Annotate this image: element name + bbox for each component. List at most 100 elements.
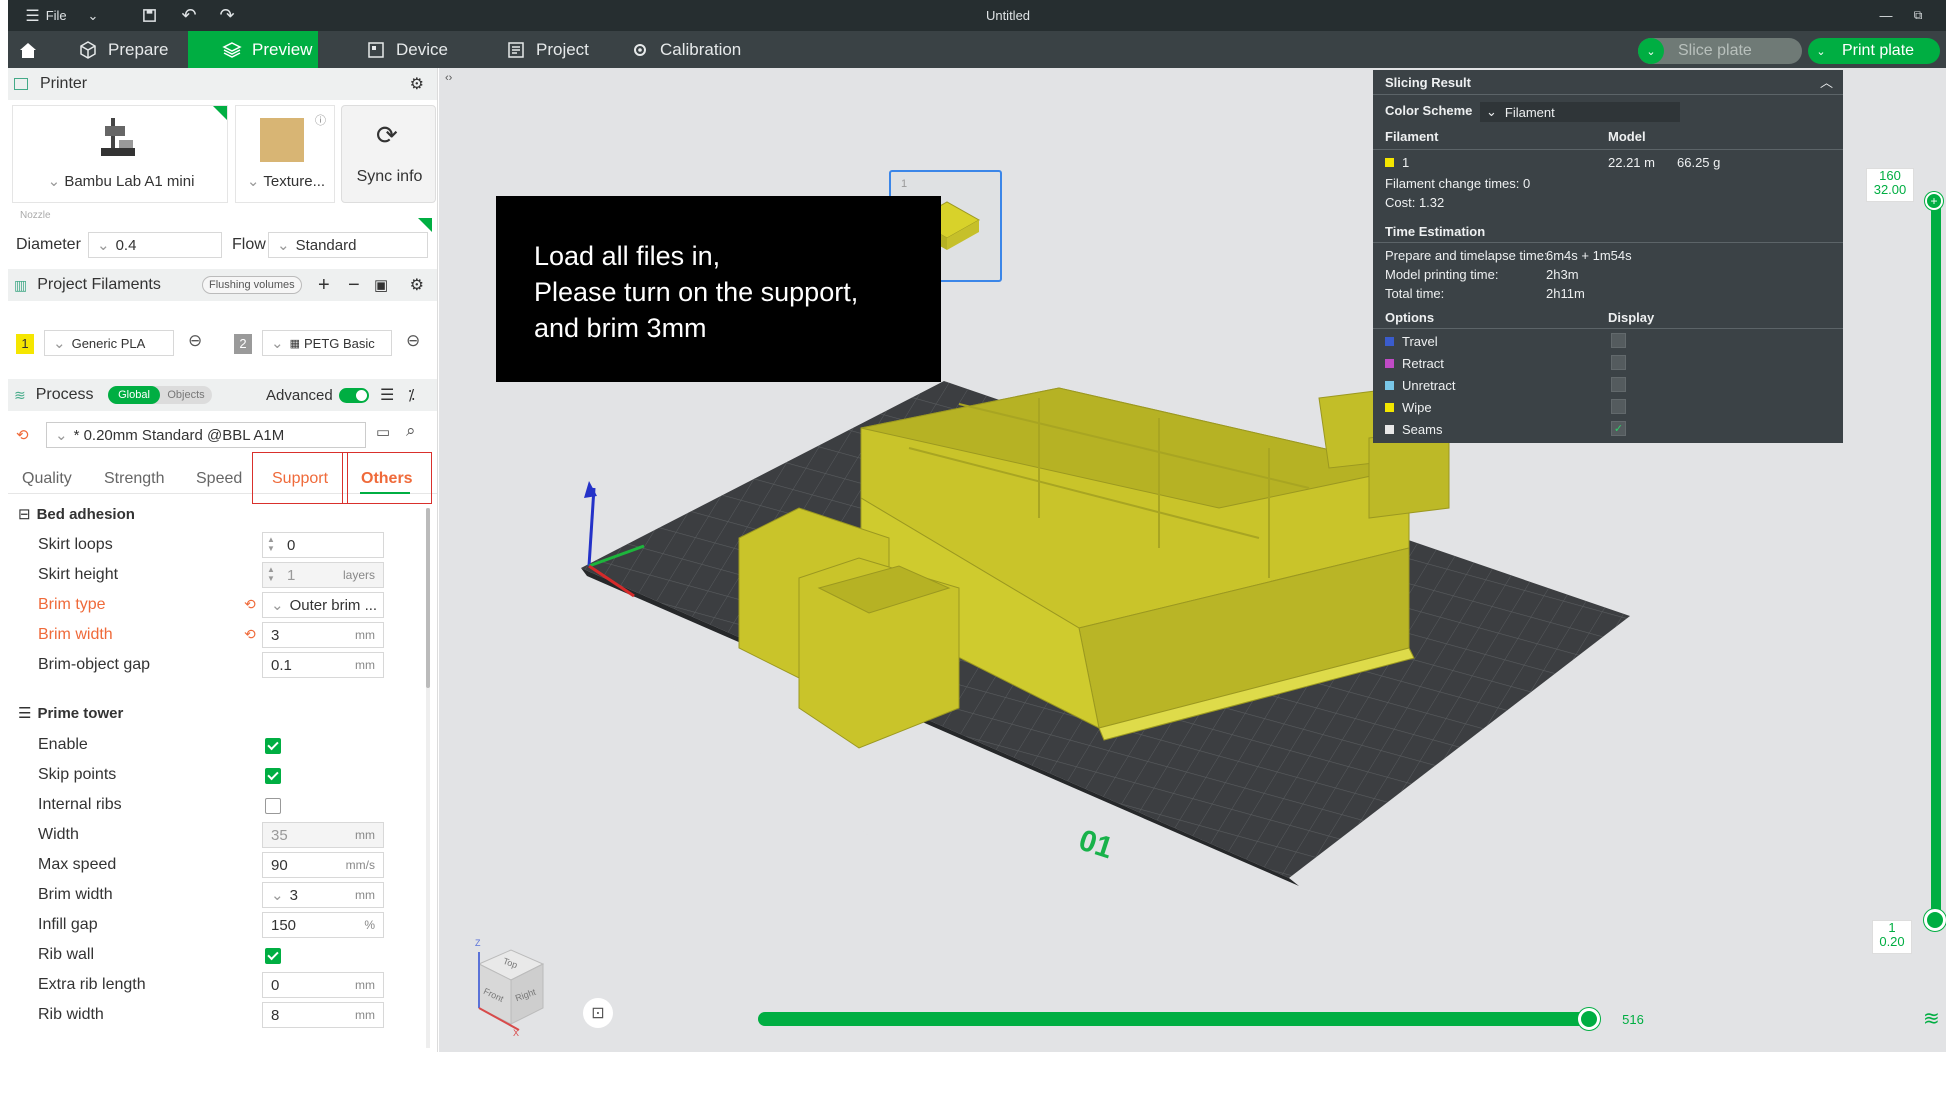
camera-reset-button[interactable]: ⊡ bbox=[583, 998, 613, 1028]
tab-device[interactable]: Device bbox=[354, 31, 464, 68]
wipe-display-checkbox[interactable] bbox=[1611, 399, 1626, 414]
restore-icon[interactable]: ⧉ bbox=[1908, 0, 1928, 31]
flushing-volumes-button[interactable]: Flushing volumes bbox=[202, 276, 302, 294]
gear-icon[interactable]: ⚙ bbox=[410, 275, 424, 295]
layer-height-slider[interactable] bbox=[1931, 197, 1941, 919]
retract-display-checkbox[interactable] bbox=[1611, 355, 1626, 370]
printer-card[interactable]: ⌄ Bambu Lab A1 mini bbox=[12, 105, 228, 203]
brim-width-input[interactable]: 3 mm bbox=[262, 622, 384, 648]
rib-wall-checkbox[interactable] bbox=[265, 948, 281, 964]
skip-points-checkbox[interactable] bbox=[265, 768, 281, 784]
upper-layer-handle[interactable]: + bbox=[1925, 192, 1943, 210]
tab-quality[interactable]: Quality bbox=[22, 470, 72, 488]
preset-select[interactable]: ⌄ * 0.20mm Standard @BBL A1M bbox=[46, 422, 366, 448]
layers-icon bbox=[222, 41, 242, 58]
cost: Cost: 1.32 bbox=[1385, 194, 1445, 210]
infill-gap-input[interactable]: 150% bbox=[262, 912, 384, 938]
sync-info-button[interactable]: ⟳ Sync info bbox=[341, 105, 436, 203]
tab-speed[interactable]: Speed bbox=[196, 470, 242, 488]
scrollbar[interactable] bbox=[426, 508, 430, 1048]
skirt-loops-input[interactable]: ▲ ▼ 0 bbox=[262, 532, 384, 558]
advanced-toggle[interactable] bbox=[339, 388, 369, 403]
filament-select-1[interactable]: ⌄ Generic PLA bbox=[44, 330, 174, 356]
rib-width-input[interactable]: 8 mm bbox=[262, 1002, 384, 1028]
undo-icon[interactable]: ↶ bbox=[178, 0, 200, 31]
filament-settings-icon[interactable]: ⊖ bbox=[188, 331, 202, 351]
slice-plate-button[interactable]: ⌄ Slice plate bbox=[1638, 38, 1802, 64]
filament-select-2[interactable]: ⌄ ▦ PETG Basic bbox=[262, 330, 392, 356]
file-dropdown-icon[interactable]: ⌄ bbox=[82, 0, 104, 31]
global-tab[interactable]: Global bbox=[108, 386, 160, 404]
stepper-icon[interactable]: ▲ ▼ bbox=[267, 565, 275, 583]
gear-icon[interactable]: ⚙ bbox=[410, 74, 424, 94]
layer-move-slider[interactable] bbox=[758, 1012, 1598, 1026]
bed-adhesion-icon: ⊟ bbox=[18, 506, 31, 523]
color-scheme-select[interactable]: ⌄ Filament bbox=[1480, 102, 1680, 122]
skip-points-label: Skip points bbox=[38, 766, 117, 783]
seams-display-checkbox[interactable]: ✓ bbox=[1611, 421, 1626, 436]
filament-settings-icon[interactable]: ⊖ bbox=[406, 331, 420, 351]
tower-brim-width-select[interactable]: ⌄ 3 mm bbox=[262, 882, 384, 908]
printer-model-icon bbox=[101, 118, 135, 156]
unretract-display-checkbox[interactable] bbox=[1611, 377, 1626, 392]
skirt-height-input[interactable]: ▲ ▼ 1 layers bbox=[262, 562, 384, 588]
model-length: 22.21 m bbox=[1608, 154, 1655, 170]
brim-type-select[interactable]: ⌄ Outer brim ... bbox=[262, 592, 384, 618]
color-scheme-label: Color Scheme bbox=[1385, 102, 1473, 118]
enable-checkbox[interactable] bbox=[265, 738, 281, 754]
width-input[interactable]: 35 mm bbox=[262, 822, 384, 848]
max-speed-input[interactable]: 90 mm/s bbox=[262, 852, 384, 878]
global-objects-toggle[interactable]: Global Objects bbox=[108, 386, 212, 404]
printer-name: Bambu Lab A1 mini bbox=[64, 173, 195, 190]
prime-tower-header: ☰ Prime tower bbox=[18, 705, 124, 722]
tab-project[interactable]: Project bbox=[494, 31, 604, 68]
reset-icon[interactable]: ⟲ bbox=[244, 626, 256, 643]
move-slider-handle[interactable] bbox=[1578, 1008, 1600, 1030]
tower-brim-width-label: Brim width bbox=[38, 886, 113, 903]
stepper-icon[interactable]: ▲ ▼ bbox=[267, 535, 275, 553]
internal-ribs-checkbox[interactable] bbox=[265, 798, 281, 814]
brim-object-gap-label: Brim-object gap bbox=[38, 656, 151, 673]
layers-toggle-icon[interactable]: ≋ bbox=[1923, 1006, 1940, 1031]
reset-icon[interactable]: ⟲ bbox=[16, 426, 29, 444]
tab-strength[interactable]: Strength bbox=[104, 470, 164, 488]
flow-label: Flow bbox=[232, 236, 266, 253]
filaments-section-header: ▥ Project Filaments Flushing volumes + −… bbox=[8, 269, 437, 301]
collapse-icon[interactable]: ︿ bbox=[1820, 72, 1833, 91]
option-unretract: Unretract bbox=[1385, 376, 1455, 394]
view-cube-x-label: X bbox=[513, 1028, 520, 1038]
advanced-label: Advanced bbox=[266, 386, 333, 404]
add-icon[interactable]: + bbox=[318, 274, 330, 297]
search-icon[interactable]: ⌕ bbox=[406, 421, 416, 441]
tab-calibration[interactable]: Calibration bbox=[618, 31, 758, 68]
lower-layer-handle[interactable] bbox=[1924, 909, 1946, 931]
filament-sync-icon[interactable]: ▣ bbox=[374, 276, 388, 294]
brim-object-gap-input[interactable]: 0.1 mm bbox=[262, 652, 384, 678]
save-preset-icon[interactable]: ▭ bbox=[376, 423, 390, 441]
view-cube[interactable]: Z X Top Front Right bbox=[459, 938, 554, 1038]
save-icon[interactable] bbox=[138, 0, 160, 31]
reset-icon[interactable]: ⟲ bbox=[244, 596, 256, 613]
remove-icon[interactable]: − bbox=[348, 274, 360, 297]
compare-icon[interactable]: ⁒ bbox=[408, 386, 415, 404]
travel-display-checkbox[interactable] bbox=[1611, 333, 1626, 348]
redo-icon[interactable]: ↷ bbox=[216, 0, 238, 31]
objects-tab[interactable]: Objects bbox=[160, 386, 212, 404]
highlight-box-others bbox=[342, 452, 432, 504]
option-retract: Retract bbox=[1385, 354, 1444, 372]
tab-preview[interactable]: Preview bbox=[188, 31, 318, 68]
print-plate-button[interactable]: ⌄ Print plate bbox=[1808, 38, 1940, 64]
file-menu[interactable]: ☰ File bbox=[16, 0, 76, 31]
filament-swatch bbox=[1385, 157, 1394, 167]
diameter-select[interactable]: ⌄ 0.4 bbox=[88, 232, 222, 258]
minimize-icon[interactable]: — bbox=[1876, 0, 1896, 31]
home-button[interactable] bbox=[8, 31, 52, 68]
corner-badge-icon bbox=[213, 106, 227, 120]
tab-prepare[interactable]: Prepare bbox=[66, 31, 194, 68]
flow-select[interactable]: ⌄ Standard bbox=[268, 232, 428, 258]
plate-card[interactable]: ⓘ ⌄ Texture... bbox=[235, 105, 335, 203]
list-icon[interactable]: ☰ bbox=[380, 385, 394, 405]
model-header: Model bbox=[1608, 128, 1646, 144]
printer-section-header: Printer ⚙ bbox=[8, 68, 437, 100]
extra-rib-length-input[interactable]: 0 mm bbox=[262, 972, 384, 998]
